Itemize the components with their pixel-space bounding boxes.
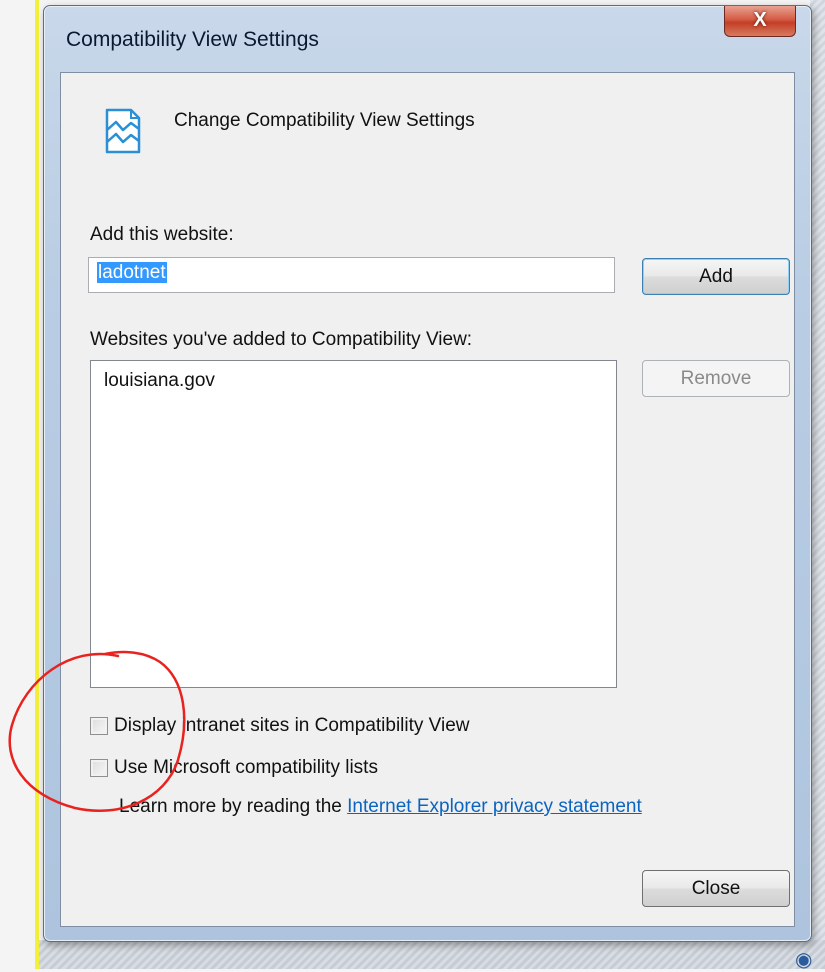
add-website-value: ladotnet <box>97 262 167 283</box>
compatibility-view-dialog: Compatibility View Settings X Change Com… <box>43 5 812 942</box>
privacy-statement-link[interactable]: Internet Explorer privacy statement <box>347 796 642 817</box>
close-button[interactable]: Close <box>642 870 790 907</box>
dialog-heading: Change Compatibility View Settings <box>174 110 475 131</box>
display-intranet-label[interactable]: Display intranet sites in Compatibility … <box>114 715 470 737</box>
list-item[interactable]: louisiana.gov <box>104 370 215 392</box>
display-intranet-checkbox[interactable] <box>90 717 108 735</box>
add-website-label: Add this website: <box>90 224 234 245</box>
dialog-content: Change Compatibility View Settings Add t… <box>60 72 795 927</box>
background-window <box>810 0 825 969</box>
background-edge <box>35 0 39 969</box>
display-intranet-option[interactable]: Display intranet sites in Compatibility … <box>90 715 470 737</box>
microsoft-lists-option[interactable]: Use Microsoft compatibility lists <box>90 757 378 779</box>
add-button[interactable]: Add <box>642 258 790 295</box>
dialog-title: Compatibility View Settings <box>66 28 319 51</box>
microsoft-lists-checkbox[interactable] <box>90 759 108 777</box>
added-websites-list[interactable]: louisiana.gov <box>90 360 617 688</box>
close-icon: X <box>753 9 767 31</box>
added-websites-label: Websites you've added to Compatibility V… <box>90 329 473 350</box>
background-strip <box>39 940 825 969</box>
microsoft-lists-label[interactable]: Use Microsoft compatibility lists <box>114 757 378 779</box>
learn-more-prefix: Learn more by reading the <box>119 796 348 817</box>
close-window-button[interactable]: X <box>724 6 796 37</box>
learn-more-text: Learn more by reading the Internet Explo… <box>119 796 642 818</box>
remove-button[interactable]: Remove <box>642 360 790 397</box>
compatibility-view-icon <box>101 106 145 156</box>
add-website-input[interactable]: ladotnet <box>88 257 615 293</box>
background-radio-icon: ◉ <box>795 949 813 971</box>
